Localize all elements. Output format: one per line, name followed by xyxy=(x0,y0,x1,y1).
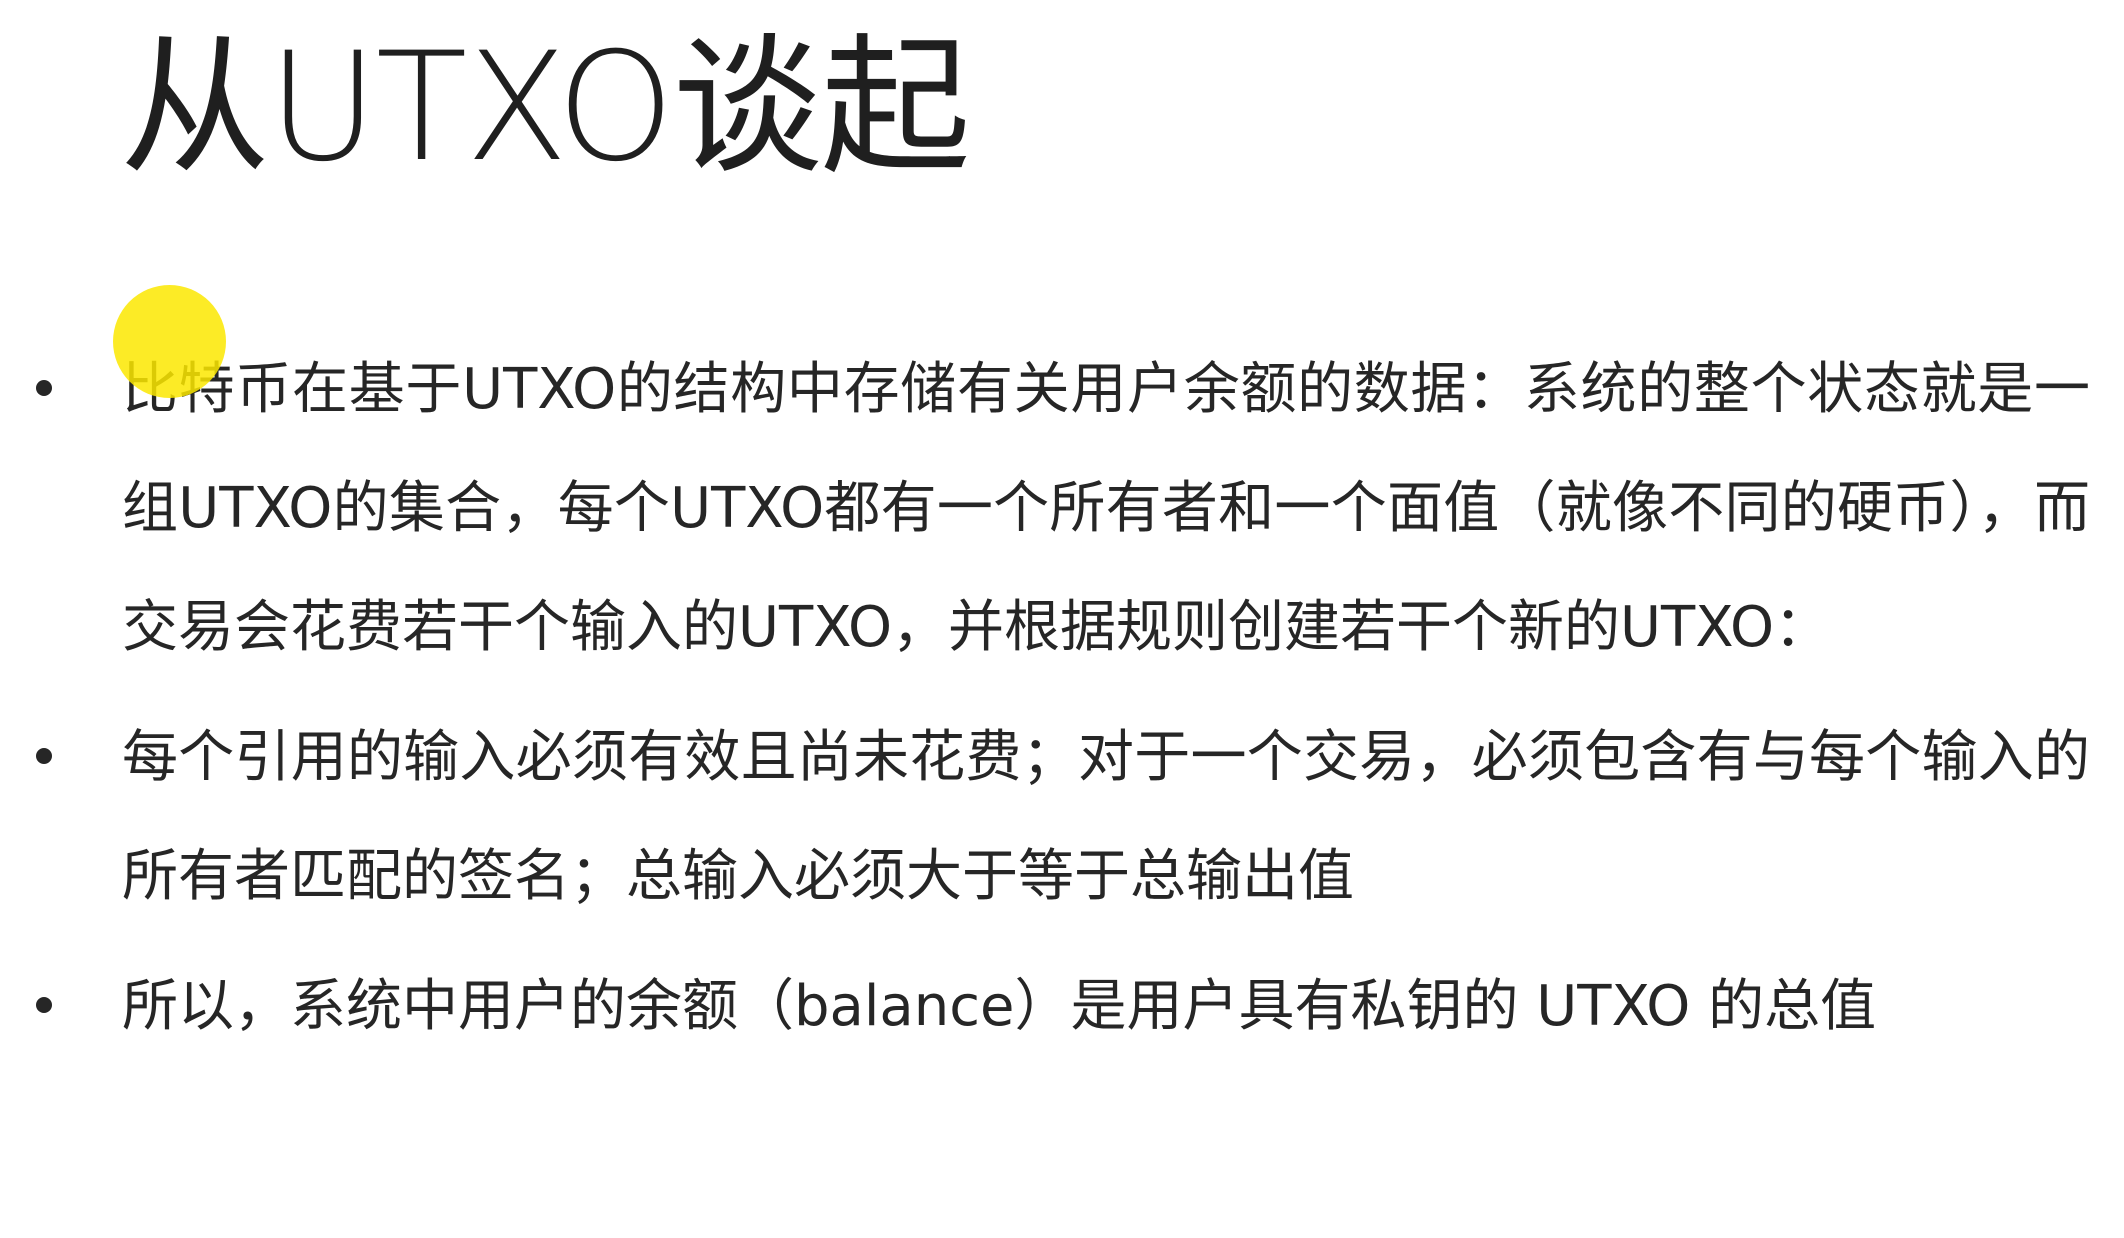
slide: 从UTXO谈起 比特币在基于UTXO的结构中存储有关用户余额的数据：系统的整个状… xyxy=(0,0,2124,1238)
slide-title: 从UTXO谈起 xyxy=(120,21,971,195)
bullet-dot-icon xyxy=(36,380,52,396)
bullet-text: 所以，系统中用户的余额（balance）是用户具有私钥的 UTXO 的总值 xyxy=(122,974,1877,1039)
bullet-item-validation-rules: 每个引用的输入必须有效且尚未花费；对于一个交易，必须包含有与每个输入的所有者匹配… xyxy=(30,698,2090,936)
bullet-dot-icon xyxy=(36,748,52,764)
bullet-item-utxo-model: 比特币在基于UTXO的结构中存储有关用户余额的数据：系统的整个状态就是一组UTX… xyxy=(30,330,2090,687)
bullet-text: 比特币在基于UTXO的结构中存储有关用户余额的数据：系统的整个状态就是一组UTX… xyxy=(122,357,2090,660)
bullet-item-balance: 所以，系统中用户的余额（balance）是用户具有私钥的 UTXO 的总值 xyxy=(30,947,2090,1066)
bullet-list: 比特币在基于UTXO的结构中存储有关用户余额的数据：系统的整个状态就是一组UTX… xyxy=(30,330,2090,1066)
bullet-dot-icon xyxy=(36,997,52,1013)
bullet-text: 每个引用的输入必须有效且尚未花费；对于一个交易，必须包含有与每个输入的所有者匹配… xyxy=(122,725,2090,909)
pointer-highlight-icon xyxy=(113,285,226,398)
